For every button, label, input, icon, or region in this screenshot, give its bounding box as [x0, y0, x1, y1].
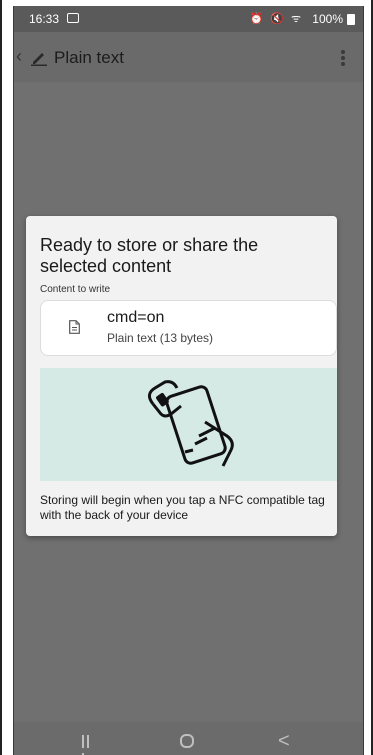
nav-back-icon[interactable]: <: [278, 730, 290, 753]
more-options-icon[interactable]: [341, 50, 345, 66]
screen-frame-left: [0, 0, 2, 755]
document-icon: [69, 320, 80, 334]
write-dialog: Ready to store or share the selected con…: [26, 216, 337, 536]
phone-screen: 16:33 ⏰ 🔇 ᯤ 100% ‹ Plain text Ready to s…: [13, 6, 364, 755]
system-nav-bar: <: [14, 722, 363, 755]
recent-apps-icon[interactable]: [82, 735, 96, 755]
battery-percent: 100%: [312, 12, 343, 26]
battery-icon: [347, 14, 355, 25]
page-title: Plain text: [54, 48, 124, 67]
phone-tap-icon: [148, 380, 234, 467]
status-icons: ⏰ 🔇 ᯤ: [249, 13, 303, 25]
home-icon[interactable]: [180, 734, 194, 748]
status-time: 16:33: [29, 12, 60, 26]
dialog-subtitle: Content to write: [40, 284, 111, 295]
app-bar: ‹ Plain text: [14, 32, 363, 82]
status-bar: 16:33 ⏰ 🔇 ᯤ 100%: [14, 6, 363, 32]
content-value: cmd=on: [107, 309, 165, 326]
dialog-title: Ready to store or share the selected con…: [40, 235, 259, 276]
content-type: Plain text (13 bytes): [107, 331, 214, 345]
dialog-instruction: Storing will begin when you tap a NFC co…: [40, 493, 325, 522]
back-chevron-icon[interactable]: ‹: [16, 46, 22, 67]
nfc-illustration: [40, 368, 337, 481]
content-card: cmd=on Plain text (13 bytes): [40, 300, 337, 356]
edit-icon[interactable]: [30, 50, 48, 66]
notification-icon: [67, 13, 79, 23]
